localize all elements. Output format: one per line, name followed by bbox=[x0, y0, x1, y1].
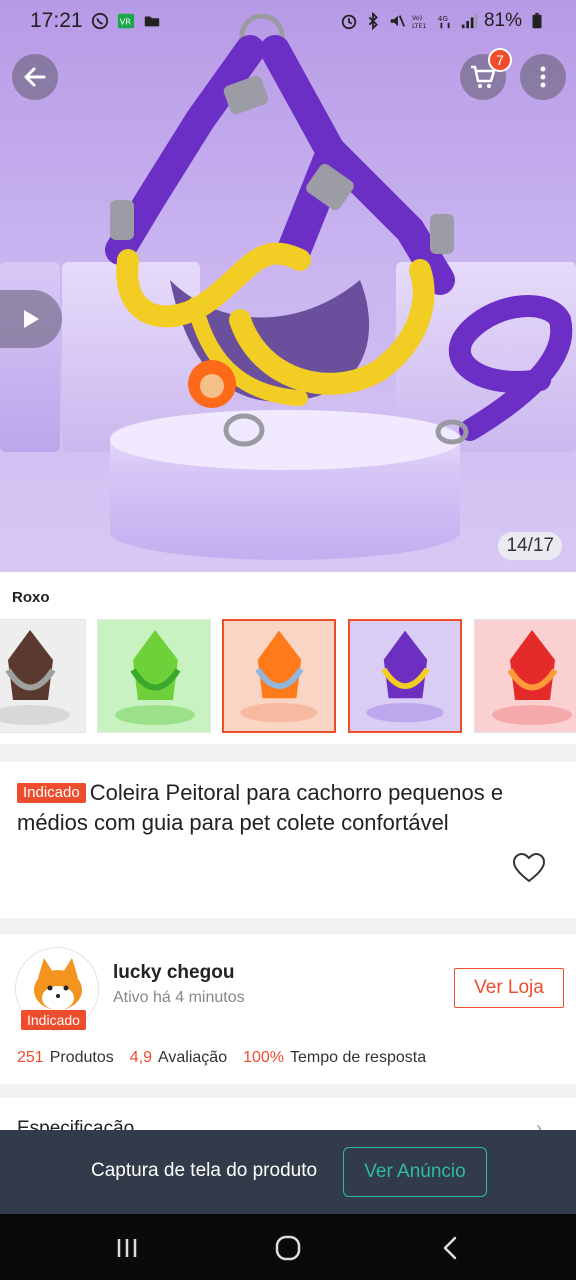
recommended-tag: Indicado bbox=[17, 783, 86, 803]
variation-thumb-brown[interactable] bbox=[0, 619, 86, 733]
status-time: 17:21 bbox=[30, 9, 83, 32]
bluetooth-icon bbox=[368, 12, 378, 30]
svg-text:4G: 4G bbox=[438, 14, 448, 23]
svg-text:Vo): Vo) bbox=[412, 15, 422, 22]
shop-stats: 251 Produtos 4,9 Avaliação 100% Tempo de re… bbox=[17, 1049, 426, 1067]
cart-count-badge: 7 bbox=[488, 48, 512, 72]
more-vertical-icon bbox=[540, 66, 546, 88]
favorite-button[interactable] bbox=[512, 852, 546, 889]
stat-value: 100% bbox=[243, 1049, 285, 1066]
product-title-section: Indicado Coleira Peitoral para cachorro p… bbox=[0, 762, 576, 918]
variation-thumb-green[interactable] bbox=[97, 619, 211, 733]
harness-thumbnail bbox=[98, 620, 210, 732]
system-navigation-bar bbox=[0, 1214, 576, 1280]
alarm-icon bbox=[341, 14, 357, 30]
recent-apps-button[interactable] bbox=[112, 1233, 142, 1263]
mute-icon bbox=[390, 15, 405, 27]
heart-icon bbox=[512, 852, 546, 883]
shop-recommended-tag: Indicado bbox=[21, 1010, 86, 1030]
4g-icon: 4G bbox=[438, 14, 450, 29]
back-button[interactable] bbox=[12, 54, 58, 100]
stat-value: 251 bbox=[17, 1049, 44, 1066]
harness-thumbnail bbox=[475, 620, 576, 732]
back-nav-button[interactable] bbox=[435, 1233, 465, 1263]
variation-thumb-orange[interactable] bbox=[222, 619, 336, 733]
folder-icon bbox=[144, 16, 159, 27]
product-image-gallery[interactable]: 17:21 VR Vo) LTE1 4G 81% 7 14/17 bbox=[0, 0, 576, 572]
battery-icon bbox=[532, 12, 542, 29]
shop-section: Indicado lucky chegou Ativo há 4 minutos… bbox=[0, 934, 576, 1084]
recent-apps-icon bbox=[117, 1239, 137, 1257]
signal-icon bbox=[461, 13, 478, 29]
more-options-button[interactable] bbox=[520, 54, 566, 100]
harness-thumbnail bbox=[0, 620, 85, 732]
image-counter: 14/17 bbox=[498, 532, 562, 560]
shop-name[interactable]: lucky chegou bbox=[113, 962, 234, 984]
product-title-text: Coleira Peitoral para cachorro pequenos … bbox=[17, 780, 504, 835]
variation-thumb-red[interactable] bbox=[474, 619, 576, 733]
stat-products: 251 Produtos bbox=[17, 1049, 114, 1067]
variation-thumb-purple[interactable] bbox=[348, 619, 462, 733]
status-bar: 17:21 VR Vo) LTE1 4G 81% bbox=[0, 0, 576, 42]
cart-button[interactable]: 7 bbox=[460, 48, 512, 100]
screenshot-capture-bar: Captura de tela do produto Ver Anúncio bbox=[0, 1130, 576, 1214]
volte-icon: Vo)LTE1 bbox=[412, 15, 426, 30]
shop-active-status: Ativo há 4 minutos bbox=[113, 989, 245, 1006]
stat-value: 4,9 bbox=[129, 1049, 152, 1066]
whatsapp-icon bbox=[91, 12, 108, 30]
harness-thumbnail bbox=[350, 621, 460, 731]
vr-app-icon: VR bbox=[117, 13, 134, 29]
variation-label: Roxo bbox=[12, 589, 50, 606]
harness-thumbnail bbox=[224, 621, 334, 731]
view-listing-button[interactable]: Ver Anúncio bbox=[343, 1147, 487, 1197]
section-divider bbox=[0, 1084, 576, 1098]
stat-label: Tempo de resposta bbox=[290, 1049, 427, 1066]
arrow-left-icon bbox=[24, 67, 46, 87]
home-icon bbox=[275, 1235, 301, 1261]
back-chevron-icon bbox=[443, 1236, 457, 1260]
play-video-button[interactable] bbox=[0, 290, 62, 348]
svg-text:VR: VR bbox=[119, 17, 131, 27]
svg-text:LTE1: LTE1 bbox=[412, 23, 426, 30]
product-title: Indicado Coleira Peitoral para cachorro p… bbox=[17, 778, 557, 838]
stat-label: Produtos bbox=[49, 1049, 114, 1066]
section-divider bbox=[0, 918, 576, 934]
section-divider bbox=[0, 744, 576, 762]
home-button[interactable] bbox=[273, 1233, 303, 1263]
battery-percent: 81% bbox=[483, 10, 522, 31]
capture-bar-text: Captura de tela do produto bbox=[91, 1160, 318, 1181]
stat-label: Avaliação bbox=[158, 1049, 228, 1066]
play-icon bbox=[24, 310, 39, 328]
visit-shop-button[interactable]: Ver Loja bbox=[454, 968, 564, 1008]
variation-selector: Roxo bbox=[0, 572, 576, 744]
stat-response-time: 100% Tempo de resposta bbox=[243, 1049, 426, 1067]
stat-rating: 4,9 Avaliação bbox=[130, 1049, 227, 1067]
